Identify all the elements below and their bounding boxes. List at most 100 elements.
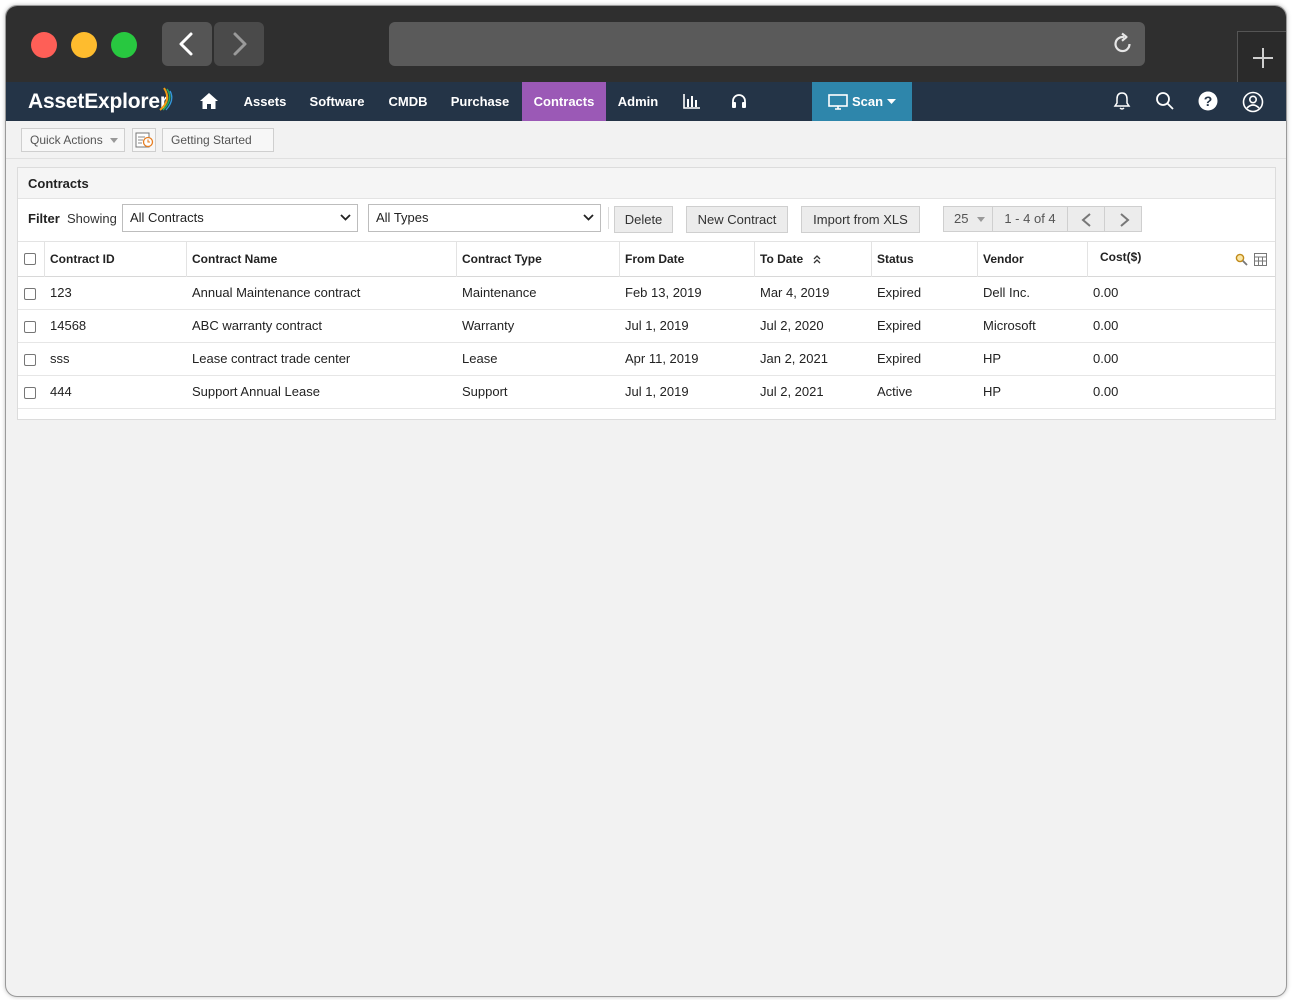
- cell-contract-id: 14568: [50, 318, 87, 333]
- col-to-date-label: To Date: [760, 252, 804, 266]
- caret-down-icon: [110, 138, 118, 143]
- logo-swoosh-icon: [159, 87, 173, 111]
- row-checkbox[interactable]: [24, 354, 36, 366]
- cell-contract-name[interactable]: Lease contract trade center: [192, 343, 350, 375]
- page-size-select[interactable]: 25: [943, 206, 993, 232]
- types-filter-value: All Types: [376, 210, 429, 225]
- cell-from-date: Jul 1, 2019: [625, 384, 689, 399]
- minimize-window-button[interactable]: [71, 32, 97, 58]
- cell-cost: 0.00: [1093, 351, 1119, 366]
- getting-started-button[interactable]: Getting Started: [162, 128, 274, 152]
- cell-contract-name[interactable]: Support Annual Lease: [192, 376, 320, 408]
- quick-actions-dropdown[interactable]: Quick Actions: [21, 128, 125, 152]
- page-range: 1 - 4 of 4: [992, 206, 1068, 232]
- row-checkbox[interactable]: [24, 288, 36, 300]
- chevron-down-icon: [583, 214, 594, 221]
- filter-label: Filter: [28, 211, 60, 226]
- cell-from-date: Apr 11, 2019: [625, 351, 699, 366]
- arrow-right-icon: [1120, 213, 1130, 227]
- cell-contract-type: Support: [462, 384, 508, 399]
- cell-contract-type: Warranty: [462, 318, 515, 333]
- contracts-panel: Contracts Filter Showing All Contracts A…: [17, 167, 1276, 420]
- svg-text:?: ?: [1204, 93, 1213, 109]
- col-contract-id[interactable]: Contract ID: [44, 242, 186, 277]
- nav-contracts[interactable]: Contracts: [522, 82, 606, 121]
- plus-icon: [1253, 48, 1273, 68]
- cell-status: Expired: [877, 318, 922, 333]
- contracts-filter-select[interactable]: All Contracts: [122, 204, 358, 232]
- cell-vendor: Dell Inc.: [983, 285, 1030, 300]
- bar-chart-icon[interactable]: [683, 93, 701, 109]
- col-contract-name[interactable]: Contract Name: [186, 242, 456, 277]
- cell-contract-name[interactable]: Annual Maintenance contract: [192, 277, 360, 309]
- bell-icon[interactable]: [1113, 91, 1131, 111]
- table-row[interactable]: 14568 ABC warranty contract Warranty Jul 1,…: [18, 310, 1275, 343]
- calendar-clock-icon: [135, 132, 154, 148]
- cell-status: Expired: [877, 285, 922, 300]
- sort-ascending-icon: [813, 255, 821, 264]
- panel-title: Contracts: [28, 176, 89, 191]
- cell-contract-name[interactable]: ABC warranty contract: [192, 310, 322, 342]
- cell-status: Active: [877, 384, 913, 399]
- nav-assets[interactable]: Assets: [236, 82, 294, 121]
- nav-purchase[interactable]: Purchase: [446, 82, 514, 121]
- app-header: AssetExplorer Assets Software CMDB Purch…: [6, 82, 1286, 121]
- cell-to-date: Jan 2, 2021: [760, 351, 828, 366]
- address-bar[interactable]: [389, 22, 1145, 66]
- column-search-icon[interactable]: [1235, 253, 1248, 266]
- scan-button[interactable]: Scan: [812, 82, 912, 121]
- new-tab-button[interactable]: [1237, 31, 1286, 83]
- col-contract-type[interactable]: Contract Type: [456, 242, 619, 277]
- toolbar: Quick Actions Getting Started: [6, 121, 1286, 159]
- cell-status: Expired: [877, 351, 922, 366]
- cell-from-date: Jul 1, 2019: [625, 318, 689, 333]
- col-status[interactable]: Status: [871, 242, 977, 277]
- previous-page-button[interactable]: [1067, 206, 1105, 232]
- col-cost[interactable]: Cost($): [1087, 242, 1275, 277]
- nav-admin[interactable]: Admin: [613, 82, 663, 121]
- cell-cost: 0.00: [1093, 318, 1119, 333]
- user-profile-icon[interactable]: [1242, 91, 1264, 113]
- cell-from-date: Feb 13, 2019: [625, 285, 702, 300]
- row-checkbox[interactable]: [24, 321, 36, 333]
- nav-cmdb[interactable]: CMDB: [381, 82, 435, 121]
- table-row[interactable]: 444 Support Annual Lease Support Jul 1, 201…: [18, 376, 1275, 409]
- divider: [608, 207, 609, 229]
- contracts-filter-value: All Contracts: [130, 210, 204, 225]
- help-icon[interactable]: ?: [1198, 91, 1218, 111]
- col-cost-label: Cost($): [1100, 250, 1142, 264]
- nav-software[interactable]: Software: [304, 82, 370, 121]
- back-button[interactable]: [162, 22, 212, 66]
- cell-cost: 0.00: [1093, 384, 1119, 399]
- col-vendor[interactable]: Vendor: [977, 242, 1087, 277]
- import-xls-button[interactable]: Import from XLS: [801, 206, 920, 233]
- chevron-right-icon: [233, 32, 247, 56]
- cell-contract-id: 123: [50, 285, 72, 300]
- close-window-button[interactable]: [31, 32, 57, 58]
- reload-icon[interactable]: [1111, 32, 1135, 56]
- select-all-checkbox[interactable]: [24, 253, 36, 265]
- table-row[interactable]: sss Lease contract trade center Lease Apr 1…: [18, 343, 1275, 376]
- app-logo[interactable]: AssetExplorer: [28, 90, 168, 114]
- col-to-date[interactable]: To Date: [754, 242, 871, 277]
- filter-row: Filter Showing All Contracts All Types D…: [18, 199, 1275, 241]
- pagination: 25 1 - 4 of 4: [943, 206, 1143, 232]
- headset-icon[interactable]: [730, 92, 748, 110]
- col-from-date[interactable]: From Date: [619, 242, 754, 277]
- cell-to-date: Jul 2, 2021: [760, 384, 824, 399]
- scan-label: Scan: [852, 94, 884, 109]
- reminders-button[interactable]: [132, 128, 156, 152]
- cell-vendor: Microsoft: [983, 318, 1036, 333]
- delete-button[interactable]: Delete: [614, 206, 673, 233]
- row-checkbox[interactable]: [24, 387, 36, 399]
- next-page-button[interactable]: [1104, 206, 1142, 232]
- types-filter-select[interactable]: All Types: [368, 204, 601, 232]
- column-chooser-icon[interactable]: [1254, 253, 1267, 266]
- maximize-window-button[interactable]: [111, 32, 137, 58]
- panel-header: Contracts: [18, 168, 1275, 199]
- forward-button[interactable]: [214, 22, 264, 66]
- table-row[interactable]: 123 Annual Maintenance contract Maintenanc…: [18, 277, 1275, 310]
- search-icon[interactable]: [1155, 91, 1175, 111]
- new-contract-button[interactable]: New Contract: [686, 206, 788, 233]
- home-icon[interactable]: [199, 92, 219, 110]
